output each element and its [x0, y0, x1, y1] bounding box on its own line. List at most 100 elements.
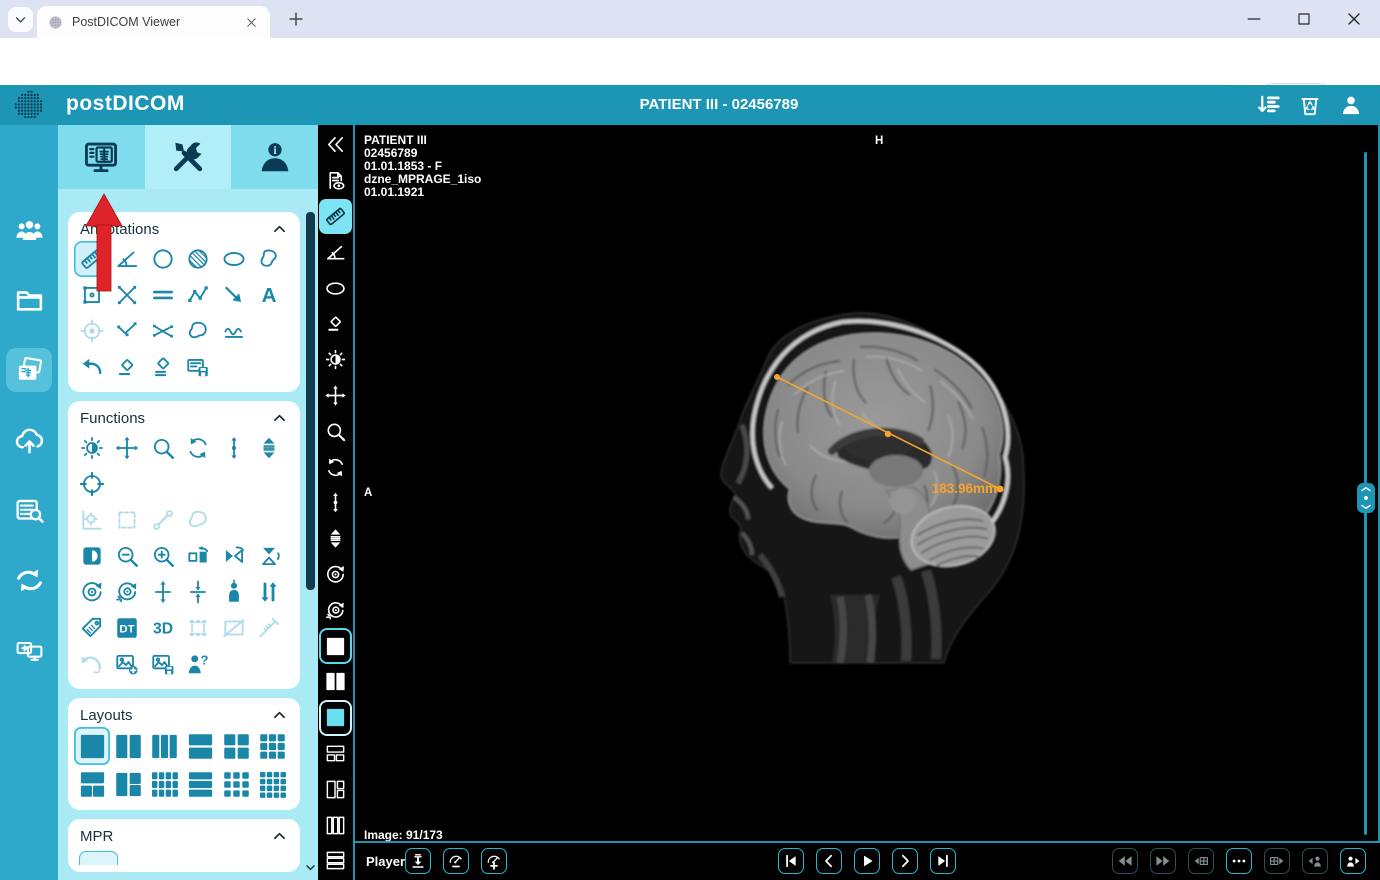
window-close-icon[interactable]: [1334, 0, 1374, 38]
layout-1x3-icon[interactable]: [146, 727, 182, 765]
scroll-icon[interactable]: [216, 430, 252, 466]
layout-1-2-side-icon[interactable]: [319, 771, 352, 807]
next-patient-icon[interactable]: [1340, 848, 1366, 874]
layout-1x2-icon[interactable]: [319, 664, 352, 700]
layout-3x3-icon[interactable]: [254, 727, 290, 765]
flip-horizontal-icon[interactable]: [181, 538, 217, 574]
tab-tools-icon[interactable]: [144, 125, 232, 189]
layout-3rows-icon[interactable]: [182, 765, 218, 803]
rotate-flip-icon[interactable]: [252, 538, 288, 574]
tab-close-icon[interactable]: [243, 14, 260, 31]
panel-scrollbar[interactable]: [306, 212, 315, 880]
folders-icon[interactable]: [6, 278, 52, 322]
collapse-chevron-icon[interactable]: [271, 410, 288, 427]
layout-2x2-icon[interactable]: [218, 727, 254, 765]
undo-icon[interactable]: [74, 349, 110, 385]
worklist-icon[interactable]: [6, 488, 52, 532]
scrollbar-thumb[interactable]: [306, 212, 315, 590]
previous-image-icon[interactable]: [816, 848, 842, 874]
magnify-icon[interactable]: [145, 430, 181, 466]
actual-size-icon[interactable]: [181, 574, 217, 610]
parallel-lines-icon[interactable]: [145, 277, 181, 313]
dicom-tags-icon[interactable]: DT: [110, 610, 146, 646]
rotate-icon[interactable]: [319, 449, 352, 485]
reset-icon[interactable]: [74, 574, 110, 610]
layout-1x1-icon[interactable]: [74, 727, 110, 765]
arrow-icon[interactable]: [216, 277, 252, 313]
mpr-layout-tile[interactable]: [79, 851, 118, 865]
first-image-icon[interactable]: [778, 848, 804, 874]
fit-height-icon[interactable]: [145, 574, 181, 610]
save-annotations-icon[interactable]: [181, 349, 217, 385]
cobb-angle-icon[interactable]: [145, 313, 181, 349]
layout-3rows-icon[interactable]: [319, 843, 352, 879]
layout-4x4-icon[interactable]: [254, 765, 290, 803]
reset-icon[interactable]: [319, 557, 352, 593]
3d-view-icon[interactable]: 3D: [145, 610, 181, 646]
sort-images-icon[interactable]: [252, 574, 288, 610]
tab-patient-info-icon[interactable]: i: [231, 125, 318, 189]
tab-viewer-settings-icon[interactable]: [58, 125, 145, 189]
flip-vertical-icon[interactable]: [216, 538, 252, 574]
layout-1x1-icon[interactable]: [319, 628, 352, 664]
play-icon[interactable]: [854, 848, 880, 874]
previous-series-icon[interactable]: [1188, 848, 1214, 874]
window-minimize-icon[interactable]: [1234, 0, 1274, 38]
layout-1-2-side-icon[interactable]: [110, 765, 146, 803]
image-viewer-icon[interactable]: [6, 348, 52, 392]
layout-2rows-icon[interactable]: [182, 727, 218, 765]
tags-icon[interactable]: [74, 610, 110, 646]
window-level-icon[interactable]: [319, 342, 352, 378]
ellipse-icon[interactable]: [319, 270, 352, 306]
selected-viewport-icon[interactable]: [319, 700, 352, 736]
spline-icon[interactable]: [216, 313, 252, 349]
zoom-out-icon[interactable]: [110, 538, 146, 574]
freehand-icon[interactable]: [252, 241, 288, 277]
report-icon[interactable]: [319, 163, 352, 199]
crosshair-icon[interactable]: [74, 466, 110, 502]
new-tab-icon[interactable]: [286, 9, 306, 29]
previous-group-icon[interactable]: [1112, 848, 1138, 874]
export-image-icon[interactable]: [110, 646, 146, 682]
browser-tab[interactable]: PostDICOM Viewer: [37, 6, 270, 38]
next-series-icon[interactable]: [1264, 848, 1290, 874]
collapse-chevron-icon[interactable]: [271, 707, 288, 724]
layout-1-2-icon[interactable]: [74, 765, 110, 803]
eraser-icon[interactable]: [319, 306, 352, 342]
reset-window-icon[interactable]: [110, 574, 146, 610]
anonymous-patient-icon[interactable]: ?: [181, 646, 217, 682]
account-icon[interactable]: [1338, 92, 1364, 118]
reset-window-icon[interactable]: [319, 592, 352, 628]
layout-3x3-small-icon[interactable]: [218, 765, 254, 803]
shaded-circle-icon[interactable]: [181, 241, 217, 277]
angle-icon[interactable]: [319, 234, 352, 270]
recycle-bin-icon[interactable]: [1297, 92, 1323, 118]
screen-share-icon[interactable]: [6, 628, 52, 672]
collapse-chevron-icon[interactable]: [271, 221, 288, 238]
save-image-icon[interactable]: [145, 646, 181, 682]
layout-1x2-icon[interactable]: [110, 727, 146, 765]
sync-icon[interactable]: [6, 558, 52, 602]
ellipse-icon[interactable]: [216, 241, 252, 277]
window-maximize-icon[interactable]: [1284, 0, 1324, 38]
layout-1-2-icon[interactable]: [319, 736, 352, 772]
tab-search-chevron-icon[interactable]: [8, 7, 33, 32]
speed-down-icon[interactable]: [443, 848, 469, 874]
auto-route-icon[interactable]: [1256, 92, 1282, 118]
window-level-icon[interactable]: [74, 430, 110, 466]
line-caliper-icon[interactable]: [110, 313, 146, 349]
layout-3cols-icon[interactable]: [319, 807, 352, 843]
image-viewport[interactable]: 183.96mm PATIENT III 02456789 01.01.1853 -…: [355, 125, 1380, 843]
collapse-chevron-icon[interactable]: [271, 828, 288, 845]
erase-all-icon[interactable]: [145, 349, 181, 385]
last-image-icon[interactable]: [930, 848, 956, 874]
next-image-icon[interactable]: [892, 848, 918, 874]
user-groups-icon[interactable]: [6, 208, 52, 252]
circle-icon[interactable]: [145, 241, 181, 277]
previous-patient-icon[interactable]: [1302, 848, 1328, 874]
eraser-icon[interactable]: [110, 349, 146, 385]
speed-up-icon[interactable]: [481, 848, 507, 874]
pan-icon[interactable]: [110, 430, 146, 466]
collapse-panel-icon[interactable]: [319, 127, 352, 163]
stack-scroll-icon[interactable]: [252, 430, 288, 466]
